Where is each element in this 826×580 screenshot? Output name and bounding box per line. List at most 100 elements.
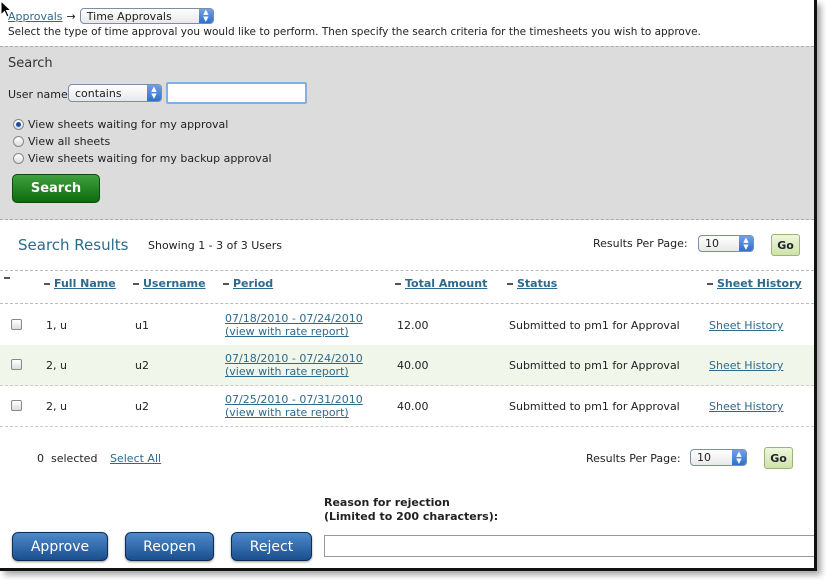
breadcrumb: Approvals → Time Approvals ▲ ▼ [8,8,214,24]
radio-all-sheets[interactable]: View all sheets [13,135,110,148]
header-sheet-history[interactable]: Sheet History [707,277,802,290]
row-username: u2 [135,400,149,413]
header-select-column[interactable] [4,277,14,279]
search-title: Search [8,56,53,71]
selected-label: selected [51,452,98,465]
results-per-page-select[interactable]: 10 ▲ ▼ [698,235,754,252]
radio-button[interactable] [13,136,24,147]
radio-backup-approval[interactable]: View sheets waiting for my backup approv… [13,152,272,165]
rejection-reason-input[interactable] [324,535,814,557]
selected-count: 0 selected [37,452,97,465]
reopen-button[interactable]: Reopen [125,532,214,561]
username-label: User name [8,88,68,101]
radio-label: View sheets waiting for my approval [28,118,229,131]
results-per-page-label-bottom: Results Per Page: [586,452,681,465]
row-status: Submitted to pm1 for Approval [509,359,680,372]
rate-report-link[interactable]: (view with rate report) [225,365,363,378]
approve-button[interactable]: Approve [12,532,108,561]
collapse-icon [507,282,513,285]
rejection-reason-label: Reason for rejection (Limited to 200 cha… [324,496,498,524]
table-row: 1, u u1 07/18/2010 - 07/24/2010 (view wi… [0,305,814,346]
row-status: Submitted to pm1 for Approval [509,400,680,413]
row-period: 07/25/2010 - 07/31/2010 (view with rate … [225,393,363,419]
row-total-amount: 12.00 [397,319,429,332]
radio-button[interactable] [13,153,24,164]
username-operator-select[interactable]: contains ▲ ▼ [68,84,162,102]
row-total-amount: 40.00 [397,359,429,372]
radio-label: View all sheets [28,135,111,148]
search-button[interactable]: Search [12,174,100,203]
selected-number: 0 [37,452,44,465]
row-status: Submitted to pm1 for Approval [509,319,680,332]
intro-text: Select the type of time approval you wou… [8,26,701,38]
collapse-icon [4,277,10,279]
sort-status-link[interactable]: Status [517,277,557,290]
search-panel: Search User name contains ▲ ▼ View sheets… [0,46,814,220]
results-per-page-label: Results Per Page: [593,237,688,250]
select-arrows-icon: ▲ ▼ [147,85,161,101]
row-checkbox[interactable] [11,400,22,411]
select-arrows-icon: ▲ ▼ [198,9,213,23]
select-arrows-icon: ▲ ▼ [732,450,746,465]
sort-total-amount-link[interactable]: Total Amount [405,277,487,290]
row-username: u1 [135,319,149,332]
collapse-icon [395,282,401,285]
sort-username-link[interactable]: Username [143,277,206,290]
period-link[interactable]: 07/18/2010 - 07/24/2010 [225,312,363,325]
table-row: 2, u u2 07/25/2010 - 07/31/2010 (view wi… [0,386,814,427]
radio-button-checked[interactable] [13,119,24,130]
sheet-history-link[interactable]: Sheet History [709,359,783,372]
select-all-link[interactable]: Select All [110,452,161,465]
per-page-value: 10 [705,237,719,250]
results-count: Showing 1 - 3 of 3 Users [148,239,283,252]
sort-period-link[interactable]: Period [233,277,273,290]
radio-label: View sheets waiting for my backup approv… [28,152,272,165]
row-total-amount: 40.00 [397,400,429,413]
approval-type-value: Time Approvals [86,9,172,23]
row-period: 07/18/2010 - 07/24/2010 (view with rate … [225,312,363,338]
sort-full-name-link[interactable]: Full Name [54,277,116,290]
row-full-name: 2, u [46,359,67,372]
mouse-cursor-icon [0,0,12,18]
header-username[interactable]: Username [133,277,206,290]
collapse-icon [223,282,229,285]
rate-report-link[interactable]: (view with rate report) [225,325,363,338]
operator-value: contains [75,86,122,100]
row-full-name: 1, u [46,319,67,332]
table-row: 2, u u2 07/18/2010 - 07/24/2010 (view wi… [0,345,814,386]
row-period: 07/18/2010 - 07/24/2010 (view with rate … [225,352,363,378]
breadcrumb-approvals-link[interactable]: Approvals [8,10,63,23]
collapse-icon [133,282,139,285]
go-button-bottom[interactable]: Go [764,447,793,469]
header-full-name[interactable]: Full Name [44,277,116,290]
header-total-amount[interactable]: Total Amount [395,277,487,290]
approvals-window: Approvals → Time Approvals ▲ ▼ Select the… [0,0,817,571]
results-per-page-select-bottom[interactable]: 10 ▲ ▼ [690,449,747,466]
header-period[interactable]: Period [223,277,273,290]
per-page-value: 10 [697,451,711,464]
collapse-icon [707,282,713,285]
table-header: Full Name Username Period Total Amount S… [0,270,814,304]
collapse-icon [44,282,50,285]
go-button[interactable]: Go [771,234,800,256]
period-link[interactable]: 07/18/2010 - 07/24/2010 [225,352,363,365]
header-status[interactable]: Status [507,277,557,290]
username-search-input[interactable] [166,82,307,104]
row-checkbox[interactable] [11,359,22,370]
row-username: u2 [135,359,149,372]
rejection-reason-title: Reason for rejection [324,496,450,509]
rejection-reason-limit: (Limited to 200 characters): [324,510,499,523]
sort-sheet-history-link[interactable]: Sheet History [717,277,802,290]
row-checkbox[interactable] [11,319,22,330]
period-link[interactable]: 07/25/2010 - 07/31/2010 [225,393,363,406]
radio-waiting-approval[interactable]: View sheets waiting for my approval [13,118,228,131]
breadcrumb-arrow: → [66,9,76,23]
reject-button[interactable]: Reject [231,532,312,561]
rate-report-link[interactable]: (view with rate report) [225,406,363,419]
sheet-history-link[interactable]: Sheet History [709,400,783,413]
approval-type-select[interactable]: Time Approvals ▲ ▼ [79,8,214,24]
results-title: Search Results [18,236,129,254]
row-full-name: 2, u [46,400,67,413]
sheet-history-link[interactable]: Sheet History [709,319,783,332]
select-arrows-icon: ▲ ▼ [739,236,753,251]
